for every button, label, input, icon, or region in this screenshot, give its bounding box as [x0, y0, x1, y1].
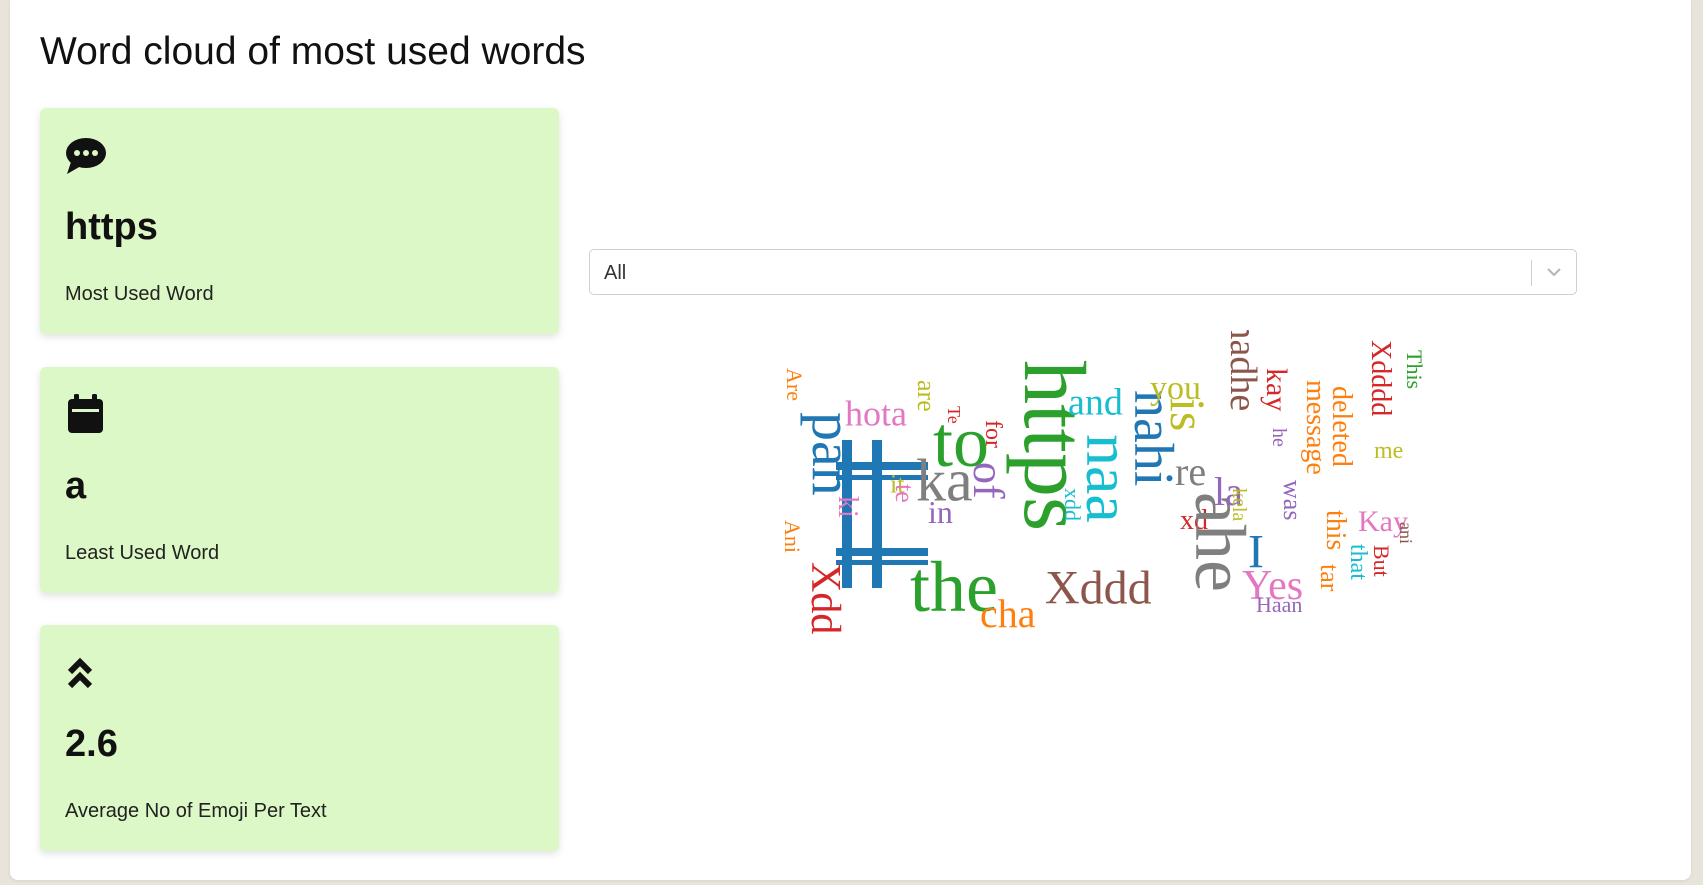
word-cloud-word: te — [890, 484, 919, 503]
select-separator — [1531, 260, 1532, 286]
page-title: Word cloud of most used words — [40, 30, 586, 73]
word-cloud-word: he — [1268, 428, 1290, 447]
least-used-word-card: a Least Used Word — [40, 367, 559, 593]
word-cloud-word: hota — [845, 394, 907, 434]
word-cloud-word: ki — [832, 496, 863, 518]
word-cloud-word: But — [1369, 545, 1394, 577]
avg-emoji-value: 2.6 — [65, 723, 118, 765]
word-cloud-word: madhe — [1222, 330, 1264, 411]
word-cloud-word: was — [1278, 480, 1307, 520]
double-chevron-up-icon — [67, 657, 93, 689]
word-cloud-word: for — [980, 420, 1006, 448]
word-cloud-word: Xdd — [802, 562, 848, 634]
most-used-word-value: https — [65, 206, 158, 248]
word-cloud-word: re — [1175, 449, 1206, 494]
word-cloud-word: Are — [782, 368, 807, 401]
least-used-word-label: Least Used Word — [65, 542, 220, 564]
chevron-down-icon[interactable] — [1544, 262, 1564, 282]
word-cloud-word: ani — [1396, 522, 1416, 544]
avg-emoji-card: 2.6 Average No of Emoji Per Text — [40, 625, 559, 851]
word-cloud-word: tar — [1315, 564, 1344, 592]
calendar-icon — [68, 394, 103, 433]
filter-select-value: All — [604, 262, 627, 284]
word-cloud-word: in — [928, 494, 953, 530]
most-used-word-label: Most Used Word — [65, 283, 214, 305]
word-cloud-word: This — [1402, 350, 1427, 389]
word-cloud-word: Haan — [1256, 592, 1302, 617]
word-cloud-word: kay — [1260, 368, 1293, 411]
chat-bubble-icon — [66, 138, 106, 174]
most-used-word-card: https Most Used Word — [40, 108, 559, 334]
word-cloud-word: xdd — [1060, 488, 1085, 521]
word-cloud: ArepanAniXddhotakiitareteTekatoforinofth… — [780, 330, 1427, 636]
word-cloud-word: Xdddd — [1365, 340, 1396, 416]
word-cloud-word: cha — [980, 591, 1036, 636]
word-cloud-word: Xddd — [1045, 562, 1152, 615]
avg-emoji-label: Average No of Emoji Per Text — [65, 800, 327, 822]
word-cloud-word: Ani — [780, 520, 805, 553]
word-cloud-word: that — [1345, 544, 1371, 580]
word-cloud-word: deleted — [1326, 386, 1357, 467]
word-cloud-word: me — [1374, 438, 1403, 464]
word-cloud-word: and — [1068, 381, 1123, 423]
word-cloud-word: is — [1160, 398, 1216, 431]
word-cloud-word: kela — [1228, 488, 1250, 521]
least-used-word-value: a — [65, 465, 87, 507]
filter-select[interactable]: All — [589, 249, 1577, 295]
